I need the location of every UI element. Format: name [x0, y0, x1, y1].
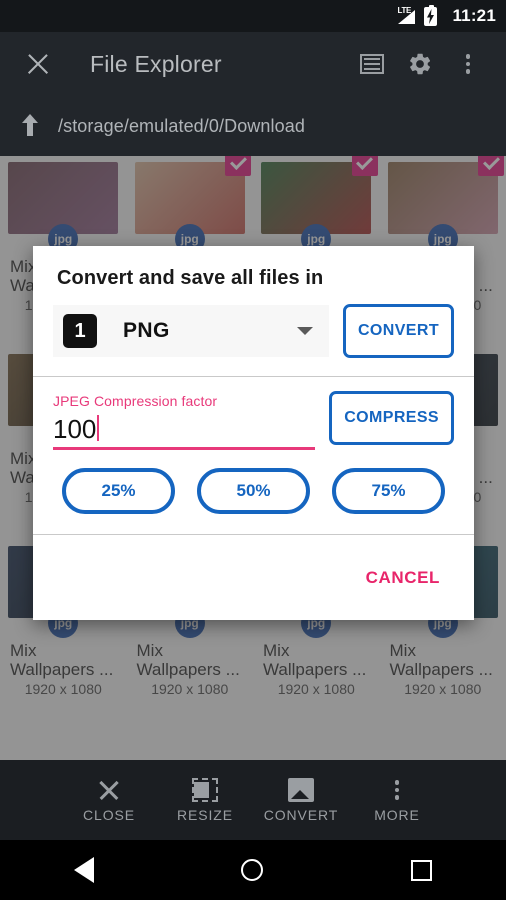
recents-square-icon[interactable] [411, 859, 433, 881]
close-button[interactable] [14, 40, 62, 88]
preset-25-button[interactable]: 25% [62, 468, 175, 514]
preset-75-button[interactable]: 75% [332, 468, 445, 514]
cancel-button[interactable]: CANCEL [360, 567, 446, 589]
preset-50-button[interactable]: 50% [197, 468, 310, 514]
bottom-item-more-label: MORE [374, 807, 420, 823]
back-triangle-icon[interactable] [73, 857, 94, 883]
image-icon [288, 777, 314, 803]
system-nav-bar [0, 840, 506, 900]
battery-charging-icon [424, 4, 438, 26]
bottom-item-resize-label: RESIZE [177, 807, 233, 823]
path-bar[interactable]: /storage/emulated/0/Download [0, 96, 506, 156]
format-dropdown[interactable]: 1 PNG [53, 305, 329, 357]
arrow-up-icon[interactable] [16, 112, 44, 140]
close-icon [97, 777, 121, 803]
format-row: 1 PNG CONVERT [33, 290, 474, 376]
bottom-item-convert[interactable]: CONVERT [253, 777, 349, 823]
signal-bars-icon: LTE [397, 6, 417, 25]
preset-buttons-row: 25% 50% 75% [33, 450, 474, 534]
status-clock: 11:21 [452, 6, 496, 25]
bottom-item-close-label: CLOSE [83, 807, 135, 823]
format-count-badge: 1 [63, 314, 97, 348]
status-icons: LTE 11:21 [397, 4, 496, 26]
bottom-item-close[interactable]: CLOSE [61, 777, 157, 823]
phone-screen: LTE 11:21 File Explorer /storage/emulate… [0, 0, 506, 900]
more-vertical-icon [465, 54, 471, 74]
compress-button[interactable]: COMPRESS [329, 391, 454, 445]
page-title: File Explorer [90, 50, 222, 77]
dialog-title: Convert and save all files in [57, 267, 324, 289]
convert-button[interactable]: CONVERT [342, 304, 454, 358]
convert-dialog: Convert and save all files in 1 PNG CONV… [33, 246, 474, 620]
compression-label: JPEG Compression factor [53, 393, 218, 409]
gear-icon [410, 53, 431, 75]
settings-button[interactable] [396, 40, 444, 88]
compression-field[interactable]: JPEG Compression factor 100 [53, 391, 316, 450]
signal-triangle [398, 10, 416, 24]
status-bar: LTE 11:21 [0, 0, 506, 32]
close-icon [25, 51, 51, 77]
format-selected-value: PNG [123, 319, 170, 342]
list-view-button[interactable] [348, 40, 396, 88]
list-view-icon [360, 54, 384, 74]
bottom-item-resize[interactable]: RESIZE [157, 777, 253, 823]
resize-image-icon [192, 777, 218, 803]
bottom-item-more[interactable]: MORE [349, 777, 445, 823]
overflow-menu-button[interactable] [444, 40, 492, 88]
bottom-item-convert-label: CONVERT [263, 807, 339, 823]
bottom-toolbar: CLOSE RESIZE CONVERT MORE [0, 760, 506, 840]
compression-input-wrap[interactable]: 100 [53, 412, 316, 450]
text-cursor [97, 415, 100, 441]
current-path: /storage/emulated/0/Download [58, 115, 305, 136]
compression-input[interactable]: 100 [53, 413, 96, 445]
chevron-down-icon [296, 327, 313, 335]
app-bar: File Explorer [0, 32, 506, 96]
dialog-actions: CANCEL [33, 535, 474, 620]
compression-row: JPEG Compression factor 100 COMPRESS [33, 377, 474, 450]
more-vertical-icon [394, 777, 400, 803]
home-circle-icon[interactable] [241, 859, 264, 881]
